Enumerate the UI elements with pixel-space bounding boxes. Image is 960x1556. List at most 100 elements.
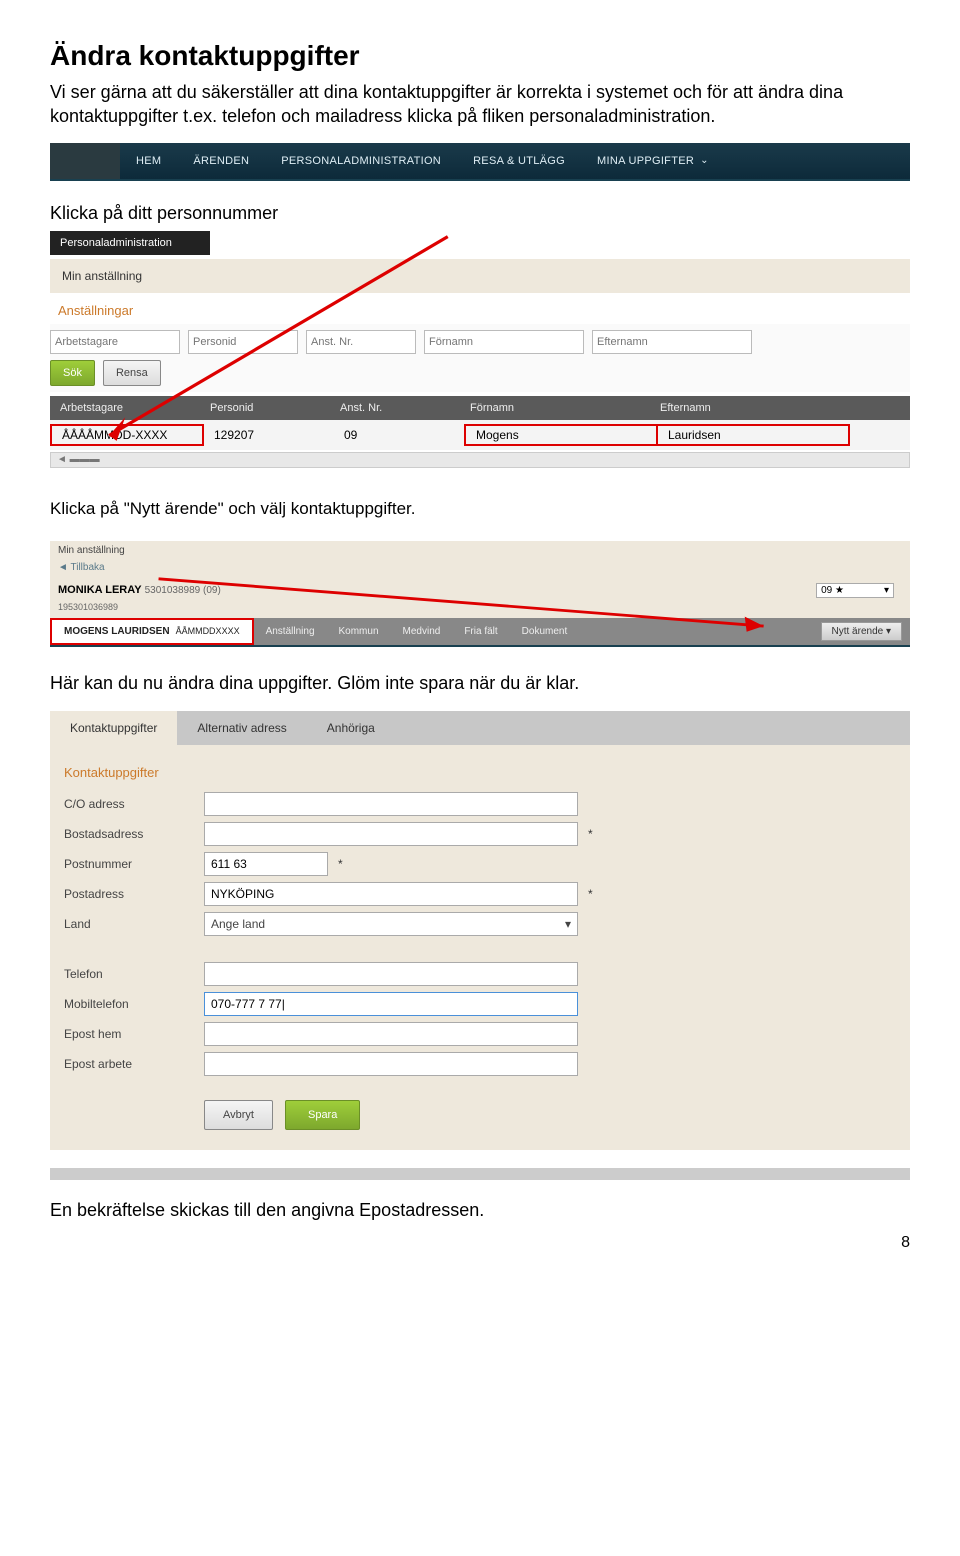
profile-name-id: 5301038989 (09) [145, 585, 221, 596]
required-star: * [588, 887, 593, 901]
select-land[interactable]: Ange land ▾ [204, 912, 578, 936]
nav-item-personaladmin[interactable]: PERSONALADMINISTRATION [265, 143, 457, 179]
label-postadr: Postadress [64, 887, 204, 901]
row-eposthem: Epost hem [64, 1022, 896, 1046]
rensa-button[interactable]: Rensa [103, 360, 161, 386]
caption-andra-uppgifter: Här kan du nu ändra dina uppgifter. Glöm… [50, 671, 910, 695]
th-fornamn: Förnamn [460, 402, 650, 414]
input-telefon[interactable] [204, 962, 578, 986]
profile-tabbar: MOGENS LAURIDSEN ÅÅMMDDXXXX Anställning … [50, 618, 910, 645]
search-row [50, 324, 910, 360]
form-footer-strip [50, 1168, 910, 1180]
crumb-personaladmin: Personaladministration [50, 231, 210, 255]
nytt-arende-button[interactable]: Nytt ärende ▾ [821, 622, 903, 641]
cell-efternamn: Lauridsen [656, 424, 850, 446]
footer-text: En bekräftelse skickas till den angivna … [50, 1198, 910, 1222]
search-fornamn[interactable] [424, 330, 584, 354]
row-postadr: Postadress * [64, 882, 896, 906]
tab-dokument[interactable]: Dokument [510, 620, 580, 643]
main-navbar: HEM ÄRENDEN PERSONALADMINISTRATION RESA … [50, 143, 910, 181]
tab-profile-name-label: MOGENS LAURIDSEN [64, 626, 170, 637]
cell-anstnr: 09 [334, 426, 464, 444]
caption-nytt-arende: Klicka på "Nytt ärende" och välj kontakt… [50, 498, 910, 521]
form-tabset: Kontaktuppgifter Alternativ adress Anhör… [50, 711, 910, 745]
cell-fornamn: Mogens [464, 424, 658, 446]
row-mobil: Mobiltelefon [64, 992, 896, 1016]
select-land-value: Ange land [211, 917, 265, 931]
search-personid[interactable] [188, 330, 298, 354]
input-co[interactable] [204, 792, 578, 816]
heading-anstallningar: Anställningar [50, 293, 910, 324]
tab-anhoriga[interactable]: Anhöriga [307, 711, 395, 745]
page-number: 8 [50, 1234, 910, 1252]
chevron-down-icon: ▾ [884, 585, 889, 596]
row-land: Land Ange land ▾ [64, 912, 896, 936]
tab-profile-name[interactable]: MOGENS LAURIDSEN ÅÅMMDDXXXX [50, 618, 254, 645]
input-postadr[interactable] [204, 882, 578, 906]
form-heading: Kontaktuppgifter [64, 755, 896, 786]
avbryt-button[interactable]: Avbryt [204, 1100, 273, 1130]
th-personid: Personid [200, 402, 330, 414]
label-telefon: Telefon [64, 967, 204, 981]
caption-klicka-personnummer: Klicka på ditt personnummer [50, 201, 910, 225]
th-arbetstagare: Arbetstagare [50, 402, 200, 414]
table-header: Arbetstagare Personid Anst. Nr. Förnamn … [50, 396, 910, 420]
label-land: Land [64, 917, 204, 931]
screenshot-anstallningar: Personaladministration Min anställning A… [50, 231, 910, 468]
search-buttons: Sök Rensa [50, 360, 910, 392]
tab-profile-name-id: ÅÅMMDDXXXX [176, 626, 240, 637]
form-button-row: Avbryt Spara [204, 1100, 896, 1130]
profile-name: MONIKA LERAY [58, 584, 142, 596]
profile-idline: 195301036989 [50, 602, 910, 618]
cell-arbetstagare[interactable]: ÅÅÅÅMMDD-XXXX [50, 424, 204, 446]
chevron-down-icon: ⌄ [700, 155, 709, 166]
form-area: Kontaktuppgifter C/O adress Bostadsadres… [50, 745, 910, 1150]
screenshot-profile-tabs: Min anställning ◄ Tillbaka MONIKA LERAY … [50, 541, 910, 647]
nav-item-hem[interactable]: HEM [120, 143, 177, 179]
page-title: Ändra kontaktuppgifter [50, 40, 910, 72]
label-mobil: Mobiltelefon [64, 997, 204, 1011]
input-epostarb[interactable] [204, 1052, 578, 1076]
tab-friafalt[interactable]: Fria fält [452, 620, 509, 643]
input-bostad[interactable] [204, 822, 578, 846]
table-row[interactable]: ÅÅÅÅMMDD-XXXX 129207 09 Mogens Lauridsen [50, 420, 910, 450]
search-efternamn[interactable] [592, 330, 752, 354]
tab-kommun[interactable]: Kommun [327, 620, 391, 643]
row-telefon: Telefon [64, 962, 896, 986]
label-min-anstallning-2: Min anställning [50, 541, 910, 560]
required-star: * [338, 857, 343, 871]
nav-item-mina[interactable]: MINA UPPGIFTER ⌄ [581, 143, 725, 179]
tab-kontaktuppgifter[interactable]: Kontaktuppgifter [50, 711, 177, 745]
input-postnr[interactable] [204, 852, 328, 876]
label-eposthem: Epost hem [64, 1027, 204, 1041]
tab-medvind[interactable]: Medvind [391, 620, 453, 643]
cell-personid: 129207 [204, 426, 334, 444]
input-eposthem[interactable] [204, 1022, 578, 1046]
label-epostarb: Epost arbete [64, 1057, 204, 1071]
scrollbar-footer[interactable]: ◄ ▬▬▬ [50, 452, 910, 468]
th-anstnr: Anst. Nr. [330, 402, 460, 414]
star-select[interactable]: 09 ★ ▾ [816, 583, 894, 598]
nav-item-mina-label: MINA UPPGIFTER [597, 155, 694, 167]
input-mobil[interactable] [204, 992, 578, 1016]
nav-item-resa[interactable]: RESA & UTLÄGG [457, 143, 581, 179]
intro-text: Vi ser gärna att du säkerställer att din… [50, 80, 910, 129]
spara-button[interactable]: Spara [285, 1100, 360, 1130]
tab-anstallning[interactable]: Anställning [254, 620, 327, 643]
star-select-label: 09 ★ [821, 585, 844, 596]
tillbaka-link[interactable]: ◄ Tillbaka [50, 560, 910, 579]
tab-alternativ-adress[interactable]: Alternativ adress [177, 711, 306, 745]
profile-name-bar: MONIKA LERAY 5301038989 (09) 09 ★ ▾ [50, 579, 910, 602]
sok-button[interactable]: Sök [50, 360, 95, 386]
row-postnr: Postnummer * [64, 852, 896, 876]
label-co: C/O adress [64, 797, 204, 811]
required-star: * [588, 827, 593, 841]
screenshot-form: Kontaktuppgifter Alternativ adress Anhör… [50, 711, 910, 1180]
chevron-down-icon: ▾ [565, 917, 571, 931]
navbar-thumbnail [50, 143, 120, 179]
label-bostad: Bostadsadress [64, 827, 204, 841]
search-arbetstagare[interactable] [50, 330, 180, 354]
search-anstnr[interactable] [306, 330, 416, 354]
row-epostarb: Epost arbete [64, 1052, 896, 1076]
nav-item-arenden[interactable]: ÄRENDEN [177, 143, 265, 179]
